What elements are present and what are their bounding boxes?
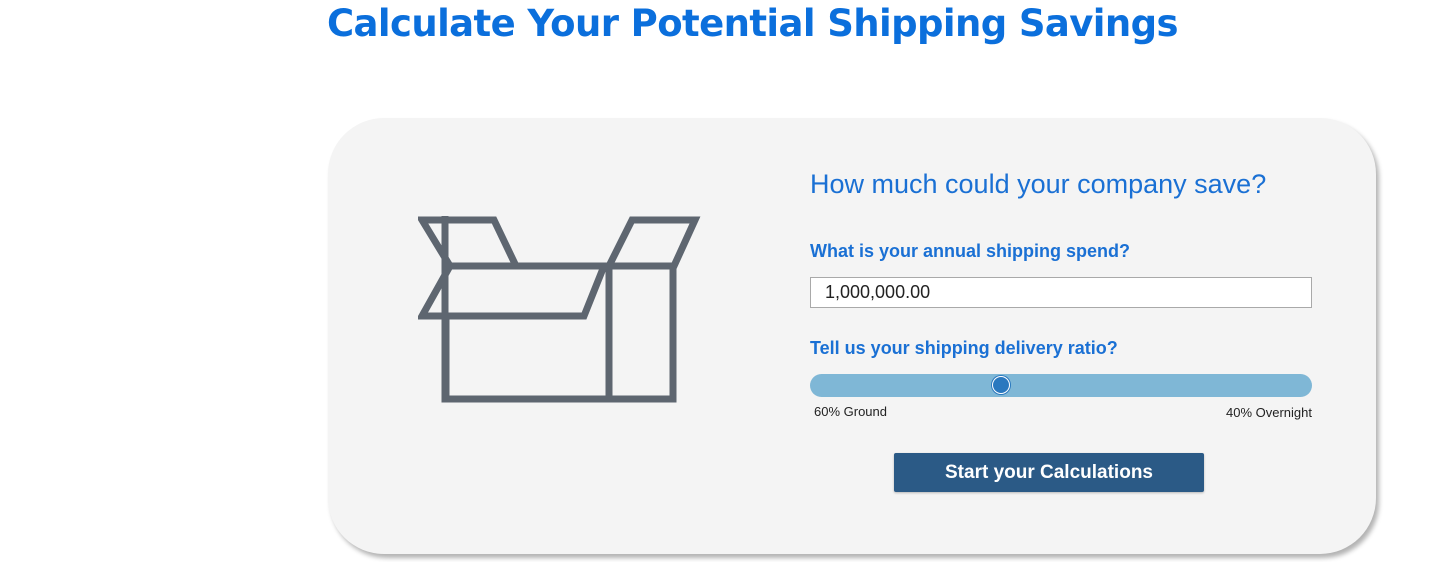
page: Calculate Your Potential Shipping Saving… <box>0 0 1432 562</box>
slider-thumb[interactable] <box>991 376 1010 394</box>
calculator-form: How much could your company save? What i… <box>810 118 1330 554</box>
delivery-ratio-slider[interactable] <box>810 374 1312 397</box>
page-title: Calculate Your Potential Shipping Saving… <box>327 2 1179 45</box>
overnight-ratio-label: 40% Overnight <box>1226 405 1312 420</box>
ratio-label: Tell us your shipping delivery ratio? <box>810 338 1118 358</box>
start-calculations-button[interactable]: Start your Calculations <box>894 453 1204 492</box>
open-box-icon <box>418 216 701 403</box>
form-heading: How much could your company save? <box>810 169 1267 199</box>
spend-label: What is your annual shipping spend? <box>810 241 1131 261</box>
ground-ratio-label: 60% Ground <box>814 404 887 419</box>
calculator-card: How much could your company save? What i… <box>328 118 1376 554</box>
annual-spend-input[interactable] <box>810 277 1312 308</box>
